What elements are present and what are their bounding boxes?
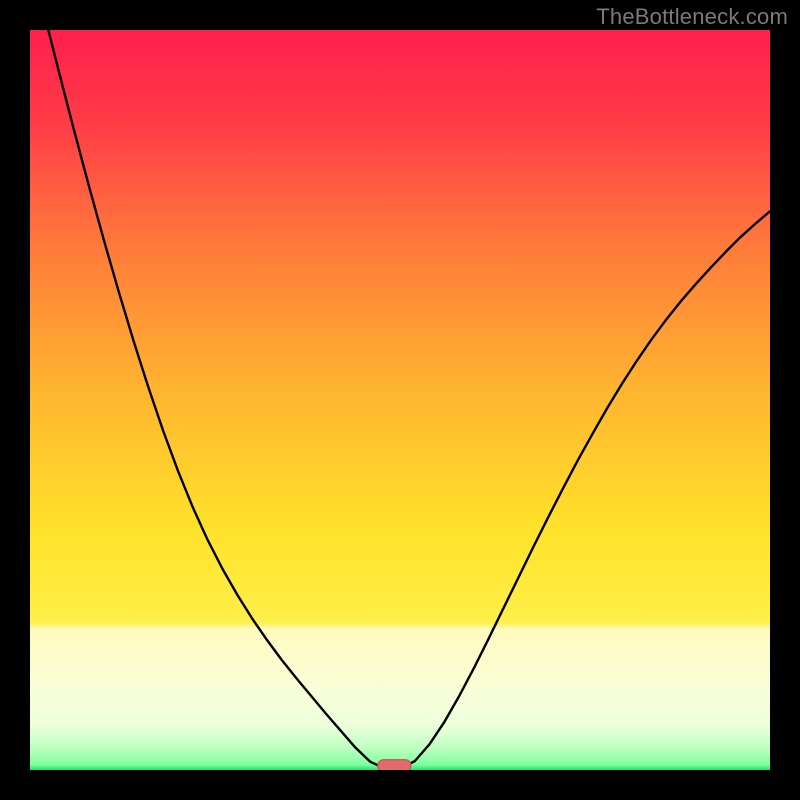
minimum-marker-pill <box>378 760 411 770</box>
gradient-background <box>30 30 770 770</box>
chart-frame: TheBottleneck.com <box>0 0 800 800</box>
chart-svg <box>30 30 770 770</box>
minimum-marker <box>378 760 411 770</box>
plot-area <box>30 30 770 770</box>
watermark-label: TheBottleneck.com <box>596 4 788 30</box>
